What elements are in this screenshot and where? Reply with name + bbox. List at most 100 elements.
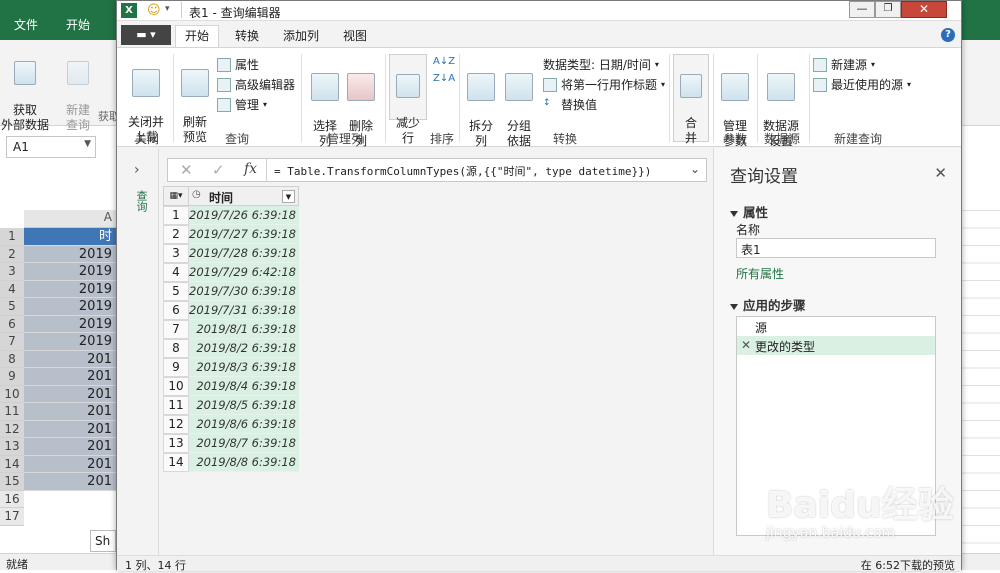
row-number[interactable]: 4 — [163, 263, 189, 282]
excel-cell[interactable]: 时 — [24, 228, 118, 246]
table-row[interactable]: 13 2019/8/7 6:39:18 — [163, 434, 299, 453]
tab-view[interactable]: 视图 — [343, 27, 367, 44]
sheet-tab[interactable]: Sh — [90, 530, 116, 552]
row-number[interactable]: 1 — [163, 206, 189, 225]
excel-row-number[interactable]: 12 — [0, 420, 24, 438]
sort-ascending-icon[interactable]: A↓Z — [433, 56, 455, 67]
cancel-formula-icon[interactable]: ✕ — [180, 161, 193, 179]
column-header-time[interactable]: ◷ 时间 ▼ — [189, 186, 299, 206]
get-external-data-button[interactable]: 获取 外部数据 — [0, 46, 50, 133]
excel-tab-file[interactable]: 文件 — [14, 16, 38, 33]
time-cell[interactable]: 2019/8/1 6:39:18 — [189, 320, 299, 339]
minimize-button[interactable]: — — [849, 1, 875, 18]
delete-step-icon[interactable]: ✕ — [741, 338, 751, 352]
combine-button[interactable]: 合 并 — [673, 54, 709, 145]
row-number[interactable]: 3 — [163, 244, 189, 263]
sort-descending-icon[interactable]: Z↓A — [433, 73, 455, 84]
file-menu-button[interactable]: ▬ ▾ — [121, 25, 171, 45]
excel-new-query-button[interactable]: 新建 查询 — [58, 46, 98, 133]
row-number[interactable]: 9 — [163, 358, 189, 377]
excel-cell[interactable]: 2019 — [24, 263, 118, 281]
table-row[interactable]: 3 2019/7/28 6:39:18 — [163, 244, 299, 263]
close-settings-icon[interactable]: ✕ — [934, 164, 947, 182]
name-box-dropdown-icon[interactable]: ▼ — [84, 139, 91, 149]
excel-row-number[interactable]: 15 — [0, 473, 24, 491]
excel-row-number[interactable]: 3 — [0, 263, 24, 281]
row-number[interactable]: 14 — [163, 453, 189, 472]
datetime-type-icon[interactable]: ◷ — [192, 189, 201, 200]
manage-button[interactable]: 管理 ▾ — [217, 96, 267, 113]
excel-cell[interactable]: 2019 — [24, 280, 118, 298]
time-cell[interactable]: 2019/8/6 6:39:18 — [189, 415, 299, 434]
query-name-input[interactable]: 表1 — [736, 238, 936, 258]
excel-grid[interactable]: 1 时 2 2019 3 2019 4 2019 5 2019 6 2019 7 2019 8 201 9 201… — [0, 228, 118, 548]
data-type-dropdown[interactable]: 数据类型: 日期/时间 ▾ — [543, 56, 659, 73]
table-row[interactable]: 10 2019/8/4 6:39:18 — [163, 377, 299, 396]
table-row[interactable]: 9 2019/8/3 6:39:18 — [163, 358, 299, 377]
time-cell[interactable]: 2019/8/7 6:39:18 — [189, 434, 299, 453]
excel-cell[interactable]: 201 — [24, 368, 118, 386]
excel-row-number[interactable]: 10 — [0, 385, 24, 403]
time-cell[interactable]: 2019/8/4 6:39:18 — [189, 377, 299, 396]
step-item[interactable]: 源 — [737, 317, 935, 336]
table-row[interactable]: 2 2019/7/27 6:39:18 — [163, 225, 299, 244]
fx-icon[interactable]: fx — [244, 161, 257, 177]
excel-tab-home[interactable]: 开始 — [66, 16, 90, 33]
replace-values-button[interactable]: ↕ 替换值 — [543, 96, 597, 113]
excel-cell[interactable]: 201 — [24, 403, 118, 421]
confirm-formula-icon[interactable]: ✓ — [212, 161, 225, 179]
table-row[interactable]: 1 2019/7/26 6:39:18 — [163, 206, 299, 225]
row-number[interactable]: 6 — [163, 301, 189, 320]
time-cell[interactable]: 2019/7/29 6:42:18 — [189, 263, 299, 282]
applied-steps-section-header[interactable]: 应用的步骤 — [730, 295, 806, 314]
time-cell[interactable]: 2019/7/30 6:39:18 — [189, 282, 299, 301]
expand-formula-icon[interactable]: ⌄ — [690, 162, 700, 176]
excel-cell[interactable]: 2019 — [24, 315, 118, 333]
row-number[interactable]: 7 — [163, 320, 189, 339]
properties-button[interactable]: 属性 — [217, 56, 259, 73]
time-cell[interactable]: 2019/7/26 6:39:18 — [189, 206, 299, 225]
excel-cell[interactable]: 201 — [24, 420, 118, 438]
tab-transform[interactable]: 转换 — [235, 27, 259, 44]
excel-cell[interactable]: 201 — [24, 350, 118, 368]
table-row[interactable]: 5 2019/7/30 6:39:18 — [163, 282, 299, 301]
use-first-row-button[interactable]: 将第一行用作标题 ▾ — [543, 76, 665, 93]
excel-row-number[interactable]: 13 — [0, 438, 24, 456]
excel-row-number[interactable]: 6 — [0, 315, 24, 333]
new-source-button[interactable]: 新建源 ▾ — [813, 56, 875, 73]
excel-cell[interactable]: 2019 — [24, 298, 118, 316]
time-cell[interactable]: 2019/8/3 6:39:18 — [189, 358, 299, 377]
tab-home[interactable]: 开始 — [175, 25, 219, 47]
advanced-editor-button[interactable]: 高级编辑器 — [217, 76, 295, 93]
time-cell[interactable]: 2019/8/5 6:39:18 — [189, 396, 299, 415]
column-filter-dropdown-icon[interactable]: ▼ — [282, 190, 295, 203]
row-number[interactable]: 11 — [163, 396, 189, 415]
excel-grid-right[interactable] — [962, 210, 1000, 550]
table-row[interactable]: 11 2019/8/5 6:39:18 — [163, 396, 299, 415]
step-item-selected[interactable]: ✕ 更改的类型 — [737, 336, 935, 355]
table-row[interactable]: 12 2019/8/6 6:39:18 — [163, 415, 299, 434]
excel-row-number[interactable]: 17 — [0, 508, 24, 526]
excel-row-number[interactable]: 5 — [0, 298, 24, 316]
table-row[interactable]: 8 2019/8/2 6:39:18 — [163, 339, 299, 358]
time-cell[interactable]: 2019/8/2 6:39:18 — [189, 339, 299, 358]
row-number[interactable]: 12 — [163, 415, 189, 434]
excel-cell[interactable]: 201 — [24, 438, 118, 456]
sort-buttons[interactable]: A↓Z Z↓A — [433, 56, 455, 84]
table-row[interactable]: 6 2019/7/31 6:39:18 — [163, 301, 299, 320]
formula-text[interactable]: = Table.TransformColumnTypes(源,{{"时间", t… — [274, 163, 651, 179]
table-row[interactable]: 4 2019/7/29 6:42:18 — [163, 263, 299, 282]
properties-section-header[interactable]: 属性 — [730, 202, 768, 221]
excel-row-number[interactable]: 1 — [0, 228, 24, 246]
smiley-feedback-icon[interactable]: ☺ — [147, 3, 161, 18]
excel-cell[interactable]: 201 — [24, 455, 118, 473]
help-icon[interactable]: ? — [941, 28, 955, 42]
excel-cell[interactable]: 2019 — [24, 245, 118, 263]
row-number[interactable]: 10 — [163, 377, 189, 396]
time-cell[interactable]: 2019/7/28 6:39:18 — [189, 244, 299, 263]
excel-cell[interactable]: 201 — [24, 473, 118, 491]
expand-navigator-icon[interactable]: › — [134, 162, 140, 178]
excel-row-number[interactable]: 8 — [0, 350, 24, 368]
excel-row-number[interactable]: 9 — [0, 368, 24, 386]
time-cell[interactable]: 2019/7/27 6:39:18 — [189, 225, 299, 244]
